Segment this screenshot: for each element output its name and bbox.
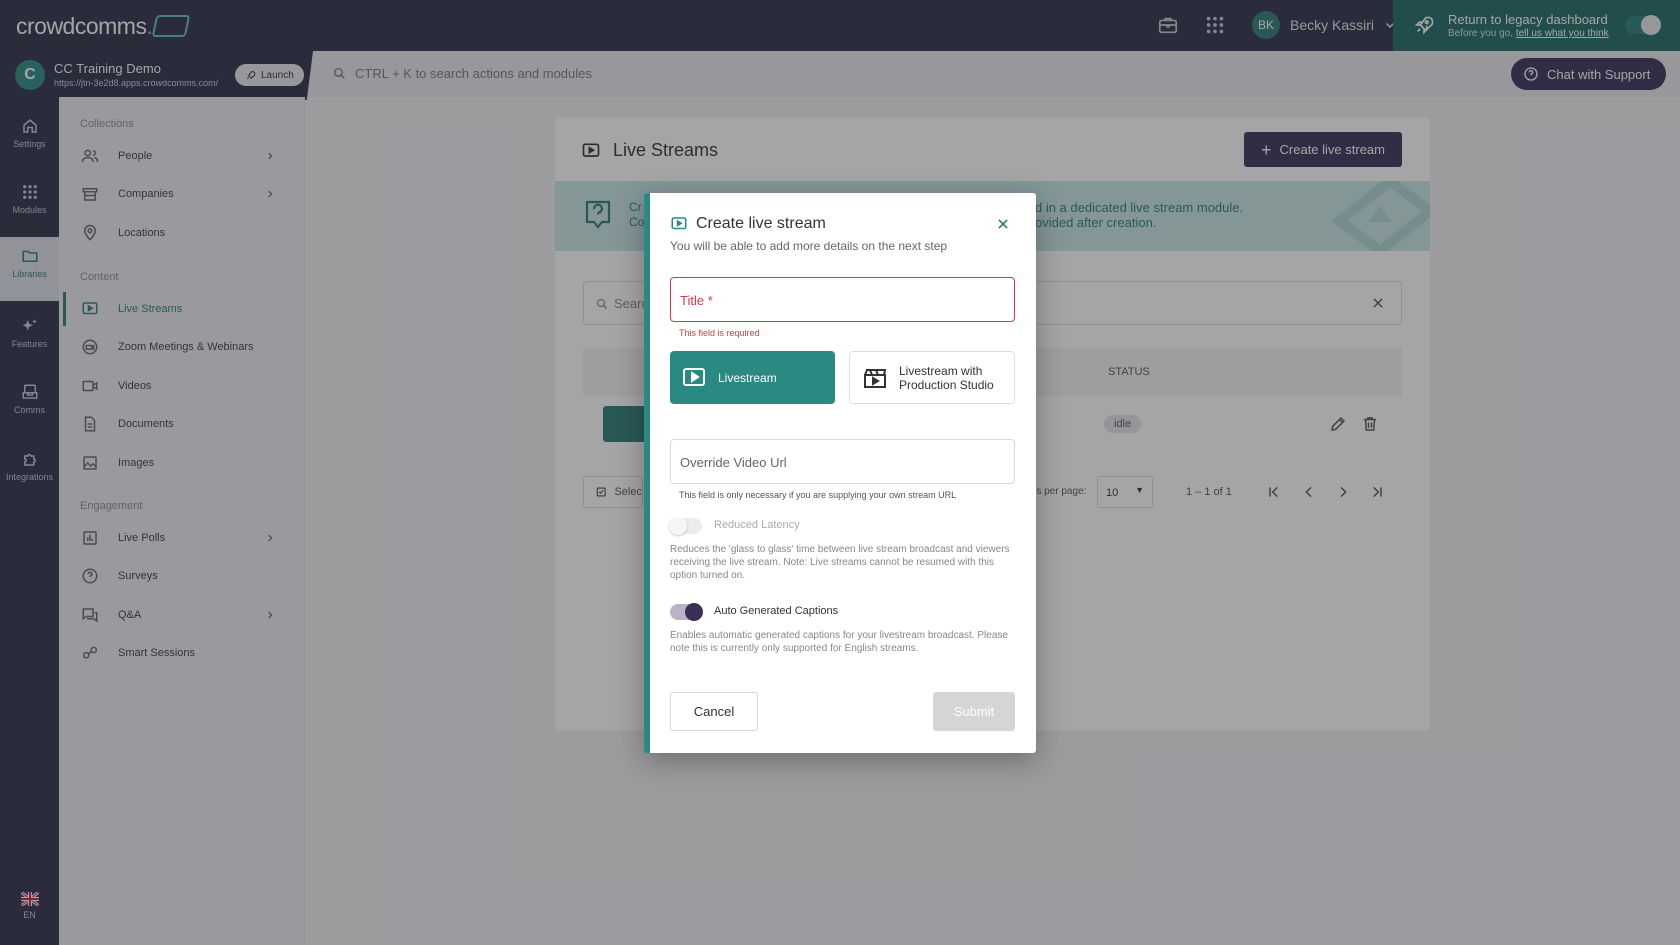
auto-captions-description: Enables automatic generated captions for… <box>670 630 1008 654</box>
dialog-title: Create live stream <box>670 215 826 233</box>
title-input[interactable]: Title * <box>670 277 1015 322</box>
url-hint-text: This field is only necessary if you are … <box>679 490 957 500</box>
reduced-latency-label: Reduced Latency <box>714 519 800 531</box>
close-icon[interactable] <box>996 217 1010 231</box>
title-field-label: Title * <box>680 293 713 308</box>
auto-captions-label: Auto Generated Captions <box>714 605 839 617</box>
clapperboard-icon <box>864 368 887 388</box>
production-studio-option[interactable]: Livestream with Production Studio <box>849 351 1015 404</box>
submit-button[interactable]: Submit <box>933 692 1015 731</box>
play-screen-icon <box>683 367 705 386</box>
reduced-latency-toggle[interactable] <box>669 517 702 535</box>
override-video-url-input[interactable]: Override Video Url <box>670 439 1015 484</box>
livestream-option[interactable]: Livestream <box>670 351 835 404</box>
create-live-stream-dialog: Create live stream You will be able to a… <box>644 193 1036 753</box>
dialog-subtitle: You will be able to add more details on … <box>670 239 948 253</box>
play-screen-icon <box>671 217 687 230</box>
auto-captions-toggle[interactable] <box>670 603 703 621</box>
reduced-latency-description: Reduces the 'glass to glass' time betwee… <box>670 544 1010 581</box>
title-error-text: This field is required <box>679 328 760 338</box>
cancel-button[interactable]: Cancel <box>670 692 758 731</box>
